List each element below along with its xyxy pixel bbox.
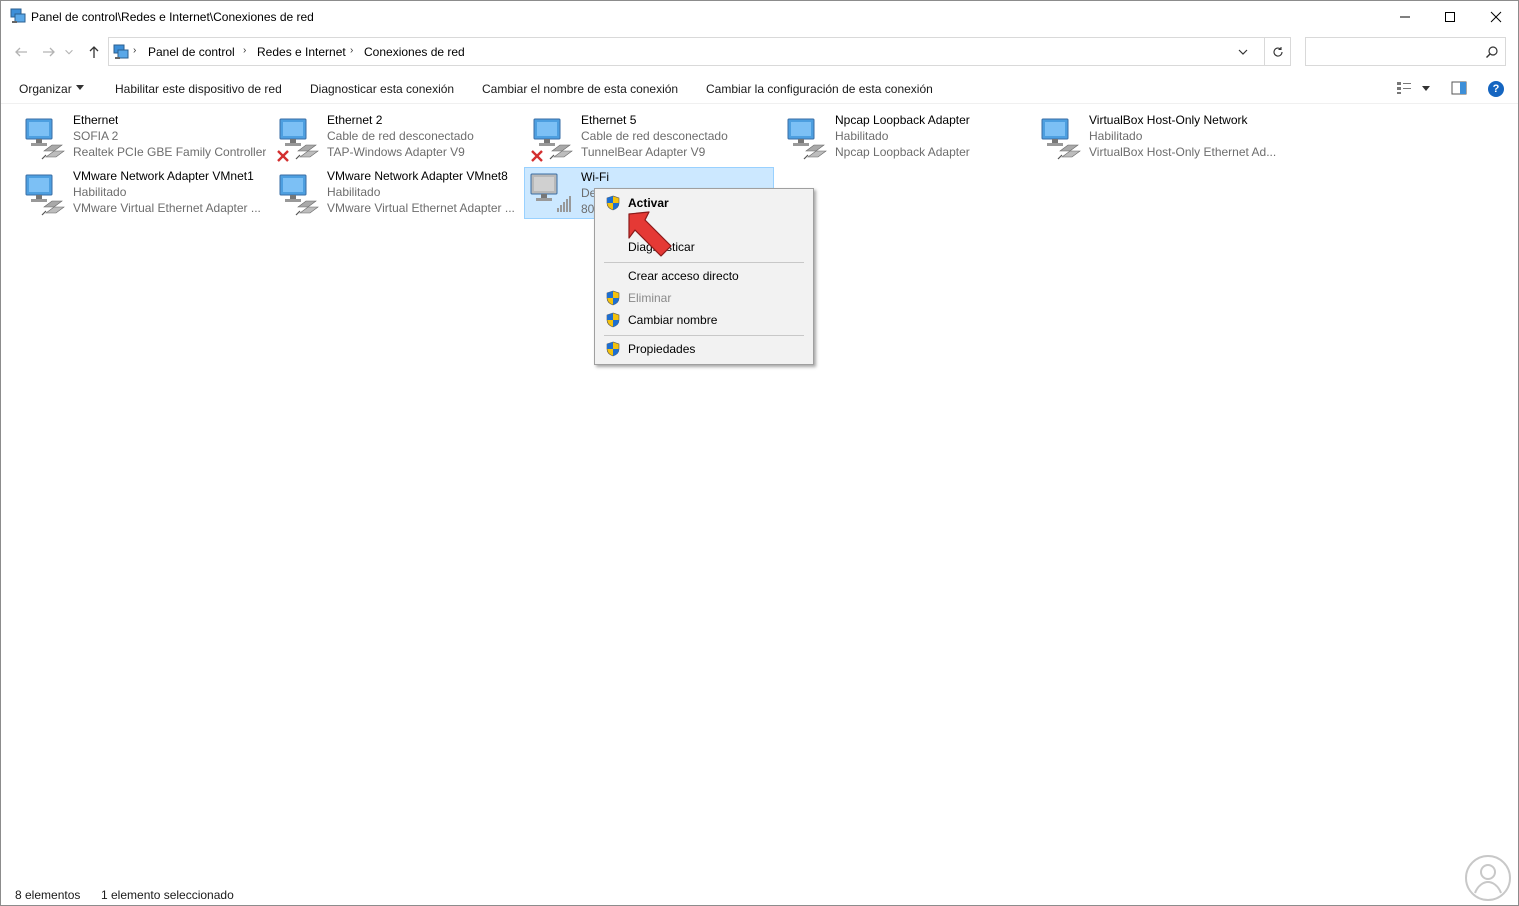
connection-item[interactable]: Ethernet 2 Cable de red desconectado TAP-W… bbox=[274, 113, 524, 165]
breadcrumb-control-panel[interactable]: Panel de control bbox=[148, 45, 235, 59]
arrow-left-icon bbox=[15, 47, 27, 57]
connection-name: Wi-Fi bbox=[581, 170, 609, 184]
preview-pane-icon[interactable] bbox=[1451, 81, 1467, 95]
network-adapter-icon bbox=[25, 174, 65, 216]
forward-button[interactable] bbox=[39, 42, 59, 62]
diagnose-connection-button[interactable]: Diagnosticar esta conexión bbox=[310, 82, 454, 96]
close-button[interactable] bbox=[1473, 1, 1519, 32]
minimize-icon bbox=[1400, 16, 1410, 17]
address-history-button[interactable] bbox=[1230, 38, 1256, 65]
explorer-window: Panel de control\Redes e Internet\Conexi… bbox=[0, 0, 1519, 906]
watermark-logo-icon bbox=[1465, 855, 1511, 901]
breadcrumb-network-internet[interactable]: Redes e Internet bbox=[257, 45, 346, 59]
change-settings-button[interactable]: Cambiar la configuración de esta conexió… bbox=[706, 82, 933, 96]
search-icon bbox=[1486, 46, 1498, 58]
network-adapter-disconnected-icon bbox=[277, 118, 319, 162]
connection-device: TunnelBear Adapter V9 bbox=[581, 145, 706, 159]
connection-name: Ethernet 2 bbox=[327, 113, 383, 127]
help-icon[interactable]: ? bbox=[1488, 81, 1504, 97]
connection-device: VirtualBox Host-Only Ethernet Ad... bbox=[1089, 145, 1277, 159]
view-options-icon[interactable] bbox=[1396, 81, 1412, 95]
refresh-button[interactable] bbox=[1264, 38, 1290, 65]
connection-status: Habilitado bbox=[1089, 129, 1143, 143]
menu-item-rename[interactable]: Cambiar nombre bbox=[595, 309, 813, 331]
arrow-right-icon bbox=[43, 47, 55, 57]
connection-name: VirtualBox Host-Only Network bbox=[1089, 113, 1248, 127]
maximize-button[interactable] bbox=[1427, 1, 1473, 32]
network-adapter-disconnected-icon bbox=[531, 118, 573, 162]
refresh-icon bbox=[1272, 46, 1283, 57]
connection-item[interactable]: Ethernet 5 Cable de red desconectado Tunne… bbox=[528, 113, 778, 165]
uac-shield-icon bbox=[606, 290, 620, 306]
item-count: 8 elementos bbox=[15, 888, 81, 902]
menu-item-create-shortcut[interactable]: Crear acceso directo bbox=[595, 265, 813, 287]
connection-status: Cable de red desconectado bbox=[581, 129, 728, 143]
connection-device: Npcap Loopback Adapter bbox=[835, 145, 970, 159]
connection-status: Habilitado bbox=[835, 129, 889, 143]
enable-device-button[interactable]: Habilitar este dispositivo de red bbox=[115, 82, 282, 96]
connection-device: Realtek PCIe GBE Family Controller bbox=[73, 145, 267, 159]
menu-item-label: Propiedades bbox=[628, 342, 696, 356]
connection-device: TAP-Windows Adapter V9 bbox=[327, 145, 465, 159]
menu-item-properties[interactable]: Propiedades bbox=[595, 338, 813, 360]
connection-item[interactable]: Npcap Loopback Adapter Habilitado Npcap Lo… bbox=[782, 113, 1032, 165]
network-adapter-icon bbox=[279, 174, 319, 216]
chevron-down-icon bbox=[1238, 49, 1248, 55]
menu-item-label: Crear acceso directo bbox=[628, 269, 739, 283]
address-bar[interactable]: › Panel de control › Redes e Internet › … bbox=[108, 37, 1291, 66]
breadcrumb-network-connections[interactable]: Conexiones de red bbox=[364, 45, 465, 59]
close-icon bbox=[1490, 11, 1502, 22]
title-bar: Panel de control\Redes e Internet\Conexi… bbox=[1, 1, 1518, 32]
connection-name: VMware Network Adapter VMnet1 bbox=[73, 169, 254, 183]
connection-name: Ethernet bbox=[73, 113, 119, 127]
rename-connection-button[interactable]: Cambiar el nombre de esta conexión bbox=[482, 82, 678, 96]
connection-status: Habilitado bbox=[73, 185, 127, 199]
chevron-down-icon bbox=[65, 49, 73, 55]
breadcrumb-separator-icon: › bbox=[243, 45, 247, 56]
search-input[interactable] bbox=[1305, 37, 1506, 66]
breadcrumb-separator-icon: › bbox=[350, 45, 354, 56]
window-title: Panel de control\Redes e Internet\Conexi… bbox=[31, 10, 314, 24]
uac-shield-icon bbox=[606, 341, 620, 357]
connection-item[interactable]: Ethernet SOFIA 2 Realtek PCIe GBE Family C… bbox=[20, 113, 270, 165]
connection-item[interactable]: VMware Network Adapter VMnet8 Habilitado V… bbox=[274, 169, 524, 221]
back-button[interactable] bbox=[11, 42, 31, 62]
pointer-arrow-icon bbox=[628, 211, 672, 257]
network-connections-icon bbox=[113, 44, 129, 59]
recent-locations-button[interactable] bbox=[63, 42, 75, 62]
breadcrumb-separator-icon: › bbox=[133, 45, 137, 56]
menu-item-label: Cambiar nombre bbox=[628, 313, 718, 327]
menu-separator bbox=[604, 335, 804, 336]
menu-item-label: Eliminar bbox=[628, 291, 672, 305]
connection-name: VMware Network Adapter VMnet8 bbox=[327, 169, 508, 183]
connection-item[interactable]: VirtualBox Host-Only Network Habilitado Vi… bbox=[1036, 113, 1286, 165]
network-adapter-icon bbox=[1041, 118, 1081, 160]
selection-count: 1 elemento seleccionado bbox=[101, 888, 234, 902]
organize-button[interactable]: Organizar bbox=[19, 82, 72, 96]
network-connections-icon bbox=[10, 8, 26, 23]
connection-device: 80 bbox=[581, 202, 595, 216]
view-dropdown-icon[interactable] bbox=[1422, 86, 1430, 91]
network-adapter-icon bbox=[25, 118, 65, 160]
up-button[interactable] bbox=[84, 42, 104, 62]
network-adapter-icon bbox=[787, 118, 827, 160]
maximize-icon bbox=[1445, 11, 1455, 22]
connection-status: SOFIA 2 bbox=[73, 129, 119, 143]
connection-device: VMware Virtual Ethernet Adapter ... bbox=[327, 201, 515, 215]
connection-device: VMware Virtual Ethernet Adapter ... bbox=[73, 201, 261, 215]
connection-name: Npcap Loopback Adapter bbox=[835, 113, 970, 127]
organize-dropdown-icon bbox=[76, 85, 84, 90]
command-bar: Organizar Habilitar este dispositivo de … bbox=[1, 74, 1518, 104]
minimize-button[interactable] bbox=[1382, 1, 1428, 32]
arrow-up-icon bbox=[89, 46, 99, 58]
connection-status: Cable de red desconectado bbox=[327, 129, 474, 143]
connection-item[interactable]: VMware Network Adapter VMnet1 Habilitado V… bbox=[20, 169, 270, 221]
menu-item-delete: Eliminar bbox=[595, 287, 813, 309]
connection-status: Habilitado bbox=[327, 185, 381, 199]
uac-shield-icon bbox=[606, 312, 620, 328]
connection-name: Ethernet 5 bbox=[581, 113, 637, 127]
wifi-disabled-icon bbox=[530, 173, 571, 212]
